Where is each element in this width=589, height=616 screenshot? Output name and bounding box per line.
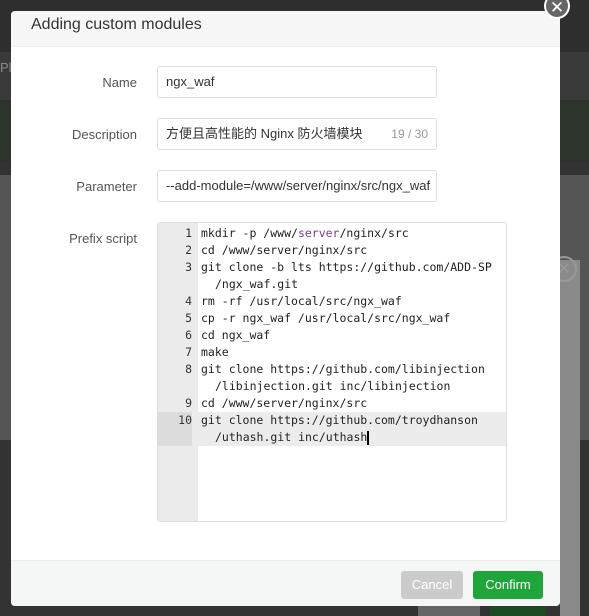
line-number: 6 <box>185 328 192 342</box>
code-lines: 1 mkdir -p /www/server/nginx/src 2 cd /www/… <box>158 225 506 446</box>
line-number: 7 <box>185 345 192 359</box>
line-number: 10 <box>158 412 192 446</box>
description-input[interactable]: 方便且高性能的 Nginx 防火墙模块 19 / 30 <box>157 118 437 150</box>
code-line: 10 git clone https://github.com/troydhans… <box>158 412 506 446</box>
dialog-title: Adding custom modules <box>31 16 202 33</box>
dialog-footer: Cancel Confirm <box>11 560 560 606</box>
code-text: git clone https://github.com/libinjectio… <box>201 362 485 376</box>
line-code: git clone -b lts https://github.com/ADD-… <box>192 259 501 293</box>
code-text: git clone -b lts https://github.com/ADD-… <box>201 260 492 274</box>
background-dialog <box>560 260 580 616</box>
wrapped-text: /uthash.git inc/uthash <box>215 430 368 444</box>
character-counter: 19 / 30 <box>391 127 428 141</box>
line-code: mkdir -p /www/server/nginx/src <box>192 225 501 242</box>
line-code: git clone https://github.com/libinjectio… <box>192 361 501 395</box>
code-line: 3 git clone -b lts https://github.com/ADD… <box>158 259 506 293</box>
code-text: cp -r ngx_waf /usr/local/src/ngx_waf <box>201 311 451 325</box>
cancel-button[interactable]: Cancel <box>401 571 463 599</box>
code-text: make <box>201 345 229 359</box>
code-line: 6 cd ngx_waf <box>158 327 506 344</box>
line-code: cd /www/server/nginx/src <box>192 395 501 412</box>
keyword-token: server <box>297 226 340 240</box>
code-text: cd /www/server/nginx/src <box>201 243 368 257</box>
wrapped-code-text: /ngx_waf.git <box>201 276 501 293</box>
add-module-dialog: Adding custom modules Name ngx_waf Descr… <box>11 11 560 606</box>
description-value: 方便且高性能的 Nginx 防火墙模块 <box>166 126 363 141</box>
dialog-header: Adding custom modules <box>11 11 560 47</box>
line-number: 5 <box>185 311 192 325</box>
code-line: 9 cd /www/server/nginx/src <box>158 395 506 412</box>
line-code: make <box>192 344 501 361</box>
line-number: 3 <box>185 260 192 274</box>
wrapped-code-text: /uthash.git inc/uthash <box>201 429 501 446</box>
line-number: 8 <box>185 362 192 376</box>
code-line: 8 git clone https://github.com/libinjecti… <box>158 361 506 395</box>
line-code: cd /www/server/nginx/src <box>192 242 501 259</box>
wrapped-text: /libinjection.git inc/libinjection <box>215 379 451 393</box>
line-code: cd ngx_waf <box>192 327 501 344</box>
code-text: cd /www/server/nginx/src <box>201 396 368 410</box>
wrapped-code-text: /libinjection.git inc/libinjection <box>201 378 501 395</box>
code-line: 1 mkdir -p /www/server/nginx/src <box>158 225 506 242</box>
line-code: rm -rf /usr/local/src/ngx_waf <box>192 293 501 310</box>
prefix-script-editor[interactable]: 1 mkdir -p /www/server/nginx/src 2 cd /www/… <box>157 222 507 522</box>
code-line: 5 cp -r ngx_waf /usr/local/src/ngx_waf <box>158 310 506 327</box>
background-cancel-button <box>418 605 480 616</box>
wrapped-text: /ngx_waf.git <box>215 277 299 291</box>
code-line: 2 cd /www/server/nginx/src <box>158 242 506 259</box>
line-code: git clone https://github.com/troydhanson… <box>192 412 501 446</box>
text-cursor <box>367 430 369 445</box>
code-text: git clone https://github.com/troydhanson <box>201 413 478 427</box>
code-text: rm -rf /usr/local/src/ngx_waf <box>201 294 402 308</box>
code-token: /nginx/src <box>339 226 409 240</box>
code-token: mkdir -p /www/ <box>201 226 298 240</box>
name-input[interactable]: ngx_waf <box>157 66 437 98</box>
line-number: 4 <box>185 294 192 308</box>
description-label: Description <box>71 127 137 142</box>
code-text: cd ngx_waf <box>201 328 271 342</box>
name-label: Name <box>102 75 137 90</box>
confirm-button[interactable]: Confirm <box>473 571 543 599</box>
background-install-button <box>490 605 546 616</box>
line-number: 1 <box>185 226 192 240</box>
parameter-input[interactable]: --add-module=/www/server/nginx/src/ngx_w… <box>157 170 437 202</box>
parameter-label: Parameter <box>76 179 137 194</box>
code-line: 4 rm -rf /usr/local/src/ngx_waf <box>158 293 506 310</box>
line-number: 2 <box>185 243 192 257</box>
prefix-script-label: Prefix script <box>69 231 137 246</box>
line-code: cp -r ngx_waf /usr/local/src/ngx_waf <box>192 310 501 327</box>
code-line: 7 make <box>158 344 506 361</box>
line-number: 9 <box>185 396 192 410</box>
